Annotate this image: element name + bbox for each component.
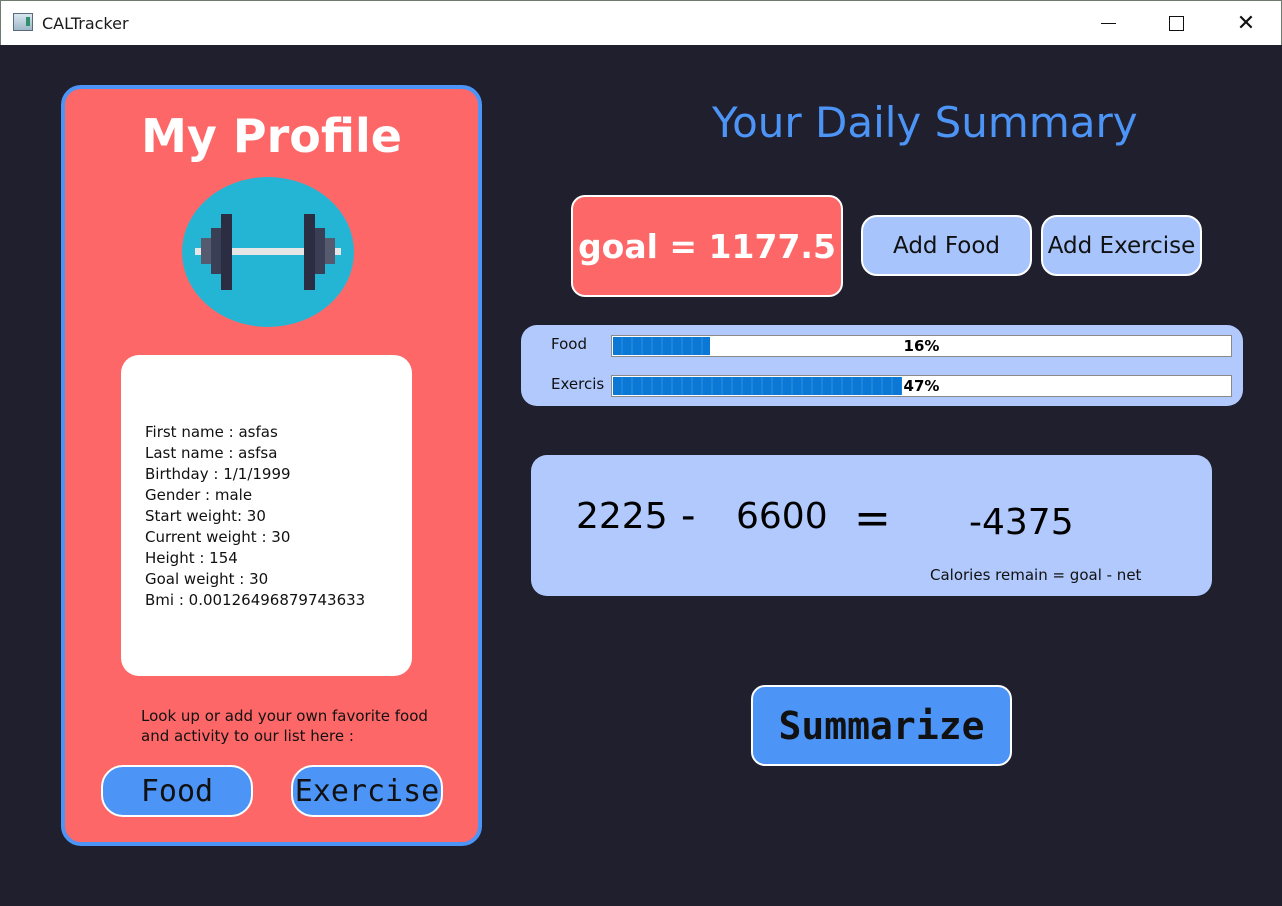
calories-consumed: 2225 bbox=[576, 496, 668, 537]
lookup-instructions: Look up or add your own favorite food an… bbox=[141, 706, 461, 746]
lookup-line-2: and activity to our list here : bbox=[141, 727, 354, 745]
exercise-progress-label: Exercis bbox=[551, 375, 605, 393]
progress-panel: Food 16% Exercis 47% bbox=[521, 325, 1243, 406]
exercise-list-button[interactable]: Exercise bbox=[291, 765, 443, 817]
food-list-button[interactable]: Food bbox=[101, 765, 253, 817]
maximize-button[interactable] bbox=[1153, 1, 1199, 46]
food-progress-bar: 16% bbox=[611, 335, 1232, 357]
maximize-icon bbox=[1168, 16, 1184, 31]
profile-info-box: First name : asfas Last name : asfsa Bir… bbox=[121, 355, 412, 676]
profile-title: My Profile bbox=[141, 109, 402, 163]
add-food-button[interactable]: Add Food bbox=[861, 215, 1032, 276]
info-first-name: First name : asfas bbox=[145, 423, 278, 441]
summarize-button[interactable]: Summarize bbox=[751, 685, 1012, 766]
calorie-equation-panel: 2225 - 6600 = -4375 Calories remain = go… bbox=[531, 455, 1212, 596]
food-progress-label: Food bbox=[551, 335, 587, 353]
calories-remaining: -4375 bbox=[969, 502, 1074, 543]
exercise-progress-bar: 47% bbox=[611, 375, 1232, 397]
info-current-weight: Current weight : 30 bbox=[145, 528, 291, 546]
calories-burned: 6600 bbox=[736, 496, 828, 537]
goal-display: goal = 1177.5 bbox=[571, 195, 843, 297]
profile-card: My Profile First name : asfas Last name … bbox=[61, 85, 482, 846]
lookup-line-1: Look up or add your own favorite food bbox=[141, 707, 428, 725]
info-start-weight: Start weight: 30 bbox=[145, 507, 266, 525]
profile-info-list: First name : asfas Last name : asfsa Bir… bbox=[145, 422, 365, 611]
info-birthday: Birthday : 1/1/1999 bbox=[145, 465, 291, 483]
info-height: Height : 154 bbox=[145, 549, 238, 567]
info-gender: Gender : male bbox=[145, 486, 253, 504]
exercise-progress-text: 47% bbox=[903, 377, 940, 395]
info-last-name: Last name : asfsa bbox=[145, 444, 278, 462]
add-exercise-button[interactable]: Add Exercise bbox=[1041, 215, 1202, 276]
info-goal-weight: Goal weight : 30 bbox=[145, 570, 269, 588]
window-titlebar: CALTracker ✕ bbox=[0, 0, 1282, 45]
minimize-button[interactable] bbox=[1085, 1, 1131, 46]
close-icon: ✕ bbox=[1236, 10, 1256, 36]
summary-title: Your Daily Summary bbox=[712, 98, 1138, 147]
dumbbell-icon bbox=[182, 177, 354, 327]
equals-sign: = bbox=[854, 493, 891, 544]
info-bmi: Bmi : 0.00126496879743633 bbox=[145, 591, 366, 609]
app-icon bbox=[13, 13, 33, 31]
minus-sign: - bbox=[681, 493, 696, 539]
close-button[interactable]: ✕ bbox=[1223, 1, 1269, 46]
food-progress-text: 16% bbox=[903, 337, 940, 355]
window-title: CALTracker bbox=[42, 14, 129, 33]
equation-caption: Calories remain = goal - net bbox=[930, 566, 1142, 584]
minimize-icon bbox=[1100, 23, 1116, 24]
